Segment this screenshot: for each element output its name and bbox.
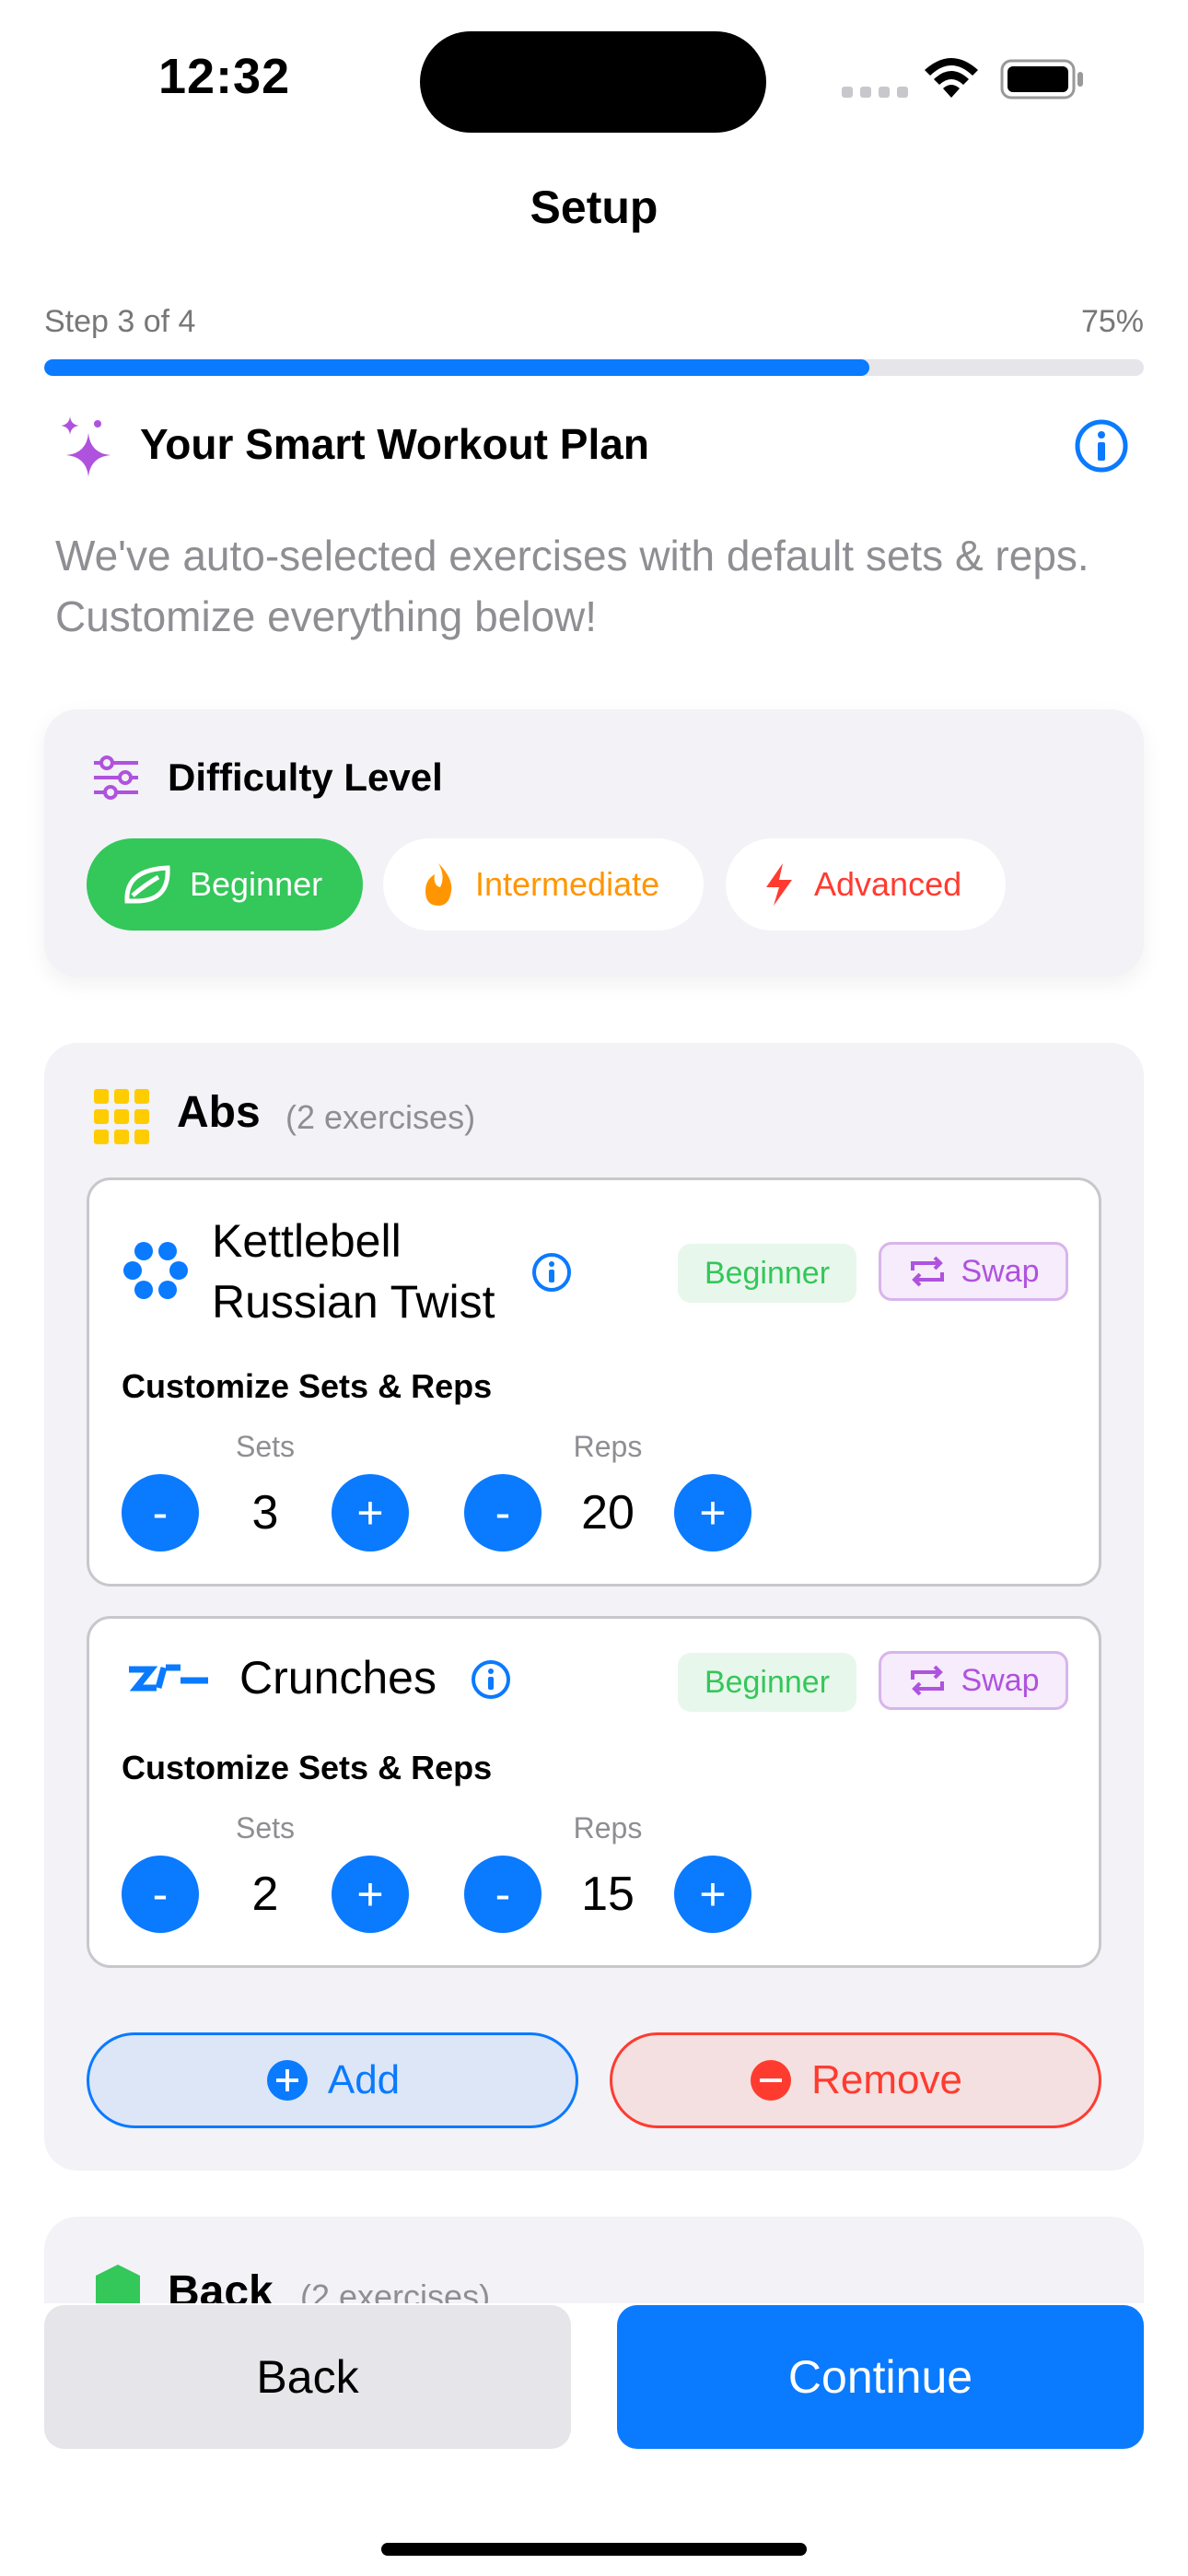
reps-value: 15 (581, 1868, 635, 1921)
reps-increment-button[interactable]: + (674, 1856, 751, 1933)
minus-circle-icon (751, 2060, 792, 2101)
swap-label: Swap (961, 1253, 1040, 1289)
exercise-name-line2: Russian Twist (212, 1276, 495, 1328)
sliders-icon (94, 755, 138, 800)
reps-decrement-button[interactable]: - (464, 1856, 542, 1933)
sets-decrement-button[interactable]: - (122, 1474, 199, 1551)
step-label: Step 3 of 4 (44, 304, 196, 339)
difficulty-intermediate-label: Intermediate (475, 865, 660, 903)
difficulty-advanced-label: Advanced (814, 865, 962, 903)
reps-label: Reps (573, 1430, 643, 1463)
reps-decrement-button[interactable]: - (464, 1474, 542, 1551)
info-icon[interactable] (530, 1251, 573, 1294)
swap-label: Swap (961, 1662, 1040, 1698)
grid-icon (94, 1089, 149, 1144)
plan-description: We've auto-selected exercises with defau… (55, 532, 1089, 640)
sets-value: 2 (251, 1868, 279, 1921)
progress-fill (44, 359, 869, 376)
swap-icon (911, 1665, 945, 1696)
crunch-icon (129, 1664, 208, 1692)
sets-label: Sets (235, 1430, 296, 1463)
difficulty-advanced-button[interactable]: Advanced (726, 838, 1006, 931)
signal-icon (842, 87, 908, 98)
exercise-level-badge: Beginner (678, 1653, 856, 1712)
remove-exercise-button[interactable]: Remove (610, 2032, 1101, 2128)
exercise-name: Crunches (239, 1652, 437, 1704)
difficulty-beginner-label: Beginner (190, 865, 323, 903)
difficulty-title: Difficulty Level (168, 755, 443, 799)
back-button[interactable]: Back (44, 2305, 571, 2449)
customize-label: Customize Sets & Reps (122, 1749, 493, 1786)
sets-label: Sets (235, 1811, 296, 1844)
progress-bar (44, 359, 1144, 376)
info-icon[interactable] (470, 1658, 512, 1701)
leaf-icon (124, 865, 170, 904)
reps-increment-button[interactable]: + (674, 1474, 751, 1551)
plan-title: Your Smart Workout Plan (140, 420, 649, 468)
info-icon[interactable] (1074, 418, 1129, 474)
remove-label: Remove (811, 2057, 962, 2102)
group-title: Abs (177, 1088, 261, 1137)
group-count: (2 exercises) (285, 1098, 476, 1136)
customize-label: Customize Sets & Reps (122, 1367, 493, 1405)
page-title: Setup (530, 181, 658, 233)
status-time: 12:32 (158, 49, 291, 104)
continue-button[interactable]: Continue (617, 2305, 1144, 2449)
step-percent: 75% (1080, 304, 1144, 339)
sparkles-icon (61, 416, 111, 477)
plus-circle-icon (266, 2060, 308, 2101)
add-exercise-button[interactable]: Add (87, 2032, 578, 2128)
sets-increment-button[interactable]: + (332, 1474, 409, 1551)
exercise-level-badge: Beginner (678, 1244, 856, 1303)
swap-button[interactable]: Swap (879, 1242, 1068, 1301)
swap-button[interactable]: Swap (879, 1651, 1068, 1710)
bolt-icon (766, 863, 792, 906)
sets-increment-button[interactable]: + (332, 1856, 409, 1933)
reps-label: Reps (573, 1811, 643, 1844)
difficulty-beginner-button[interactable]: Beginner (87, 838, 363, 931)
home-indicator[interactable] (381, 2543, 807, 2556)
flame-icon (425, 863, 452, 906)
swap-icon (911, 1256, 945, 1287)
difficulty-intermediate-button[interactable]: Intermediate (383, 838, 704, 931)
sets-decrement-button[interactable]: - (122, 1856, 199, 1933)
add-label: Add (327, 2057, 401, 2102)
wifi-icon (925, 58, 978, 98)
exercise-name: Kettlebell (212, 1215, 402, 1267)
kettlebell-icon (123, 1242, 188, 1299)
battery-icon (1000, 59, 1083, 100)
reps-value: 20 (581, 1486, 635, 1540)
dynamic-island (420, 31, 766, 133)
sets-value: 3 (251, 1486, 279, 1540)
